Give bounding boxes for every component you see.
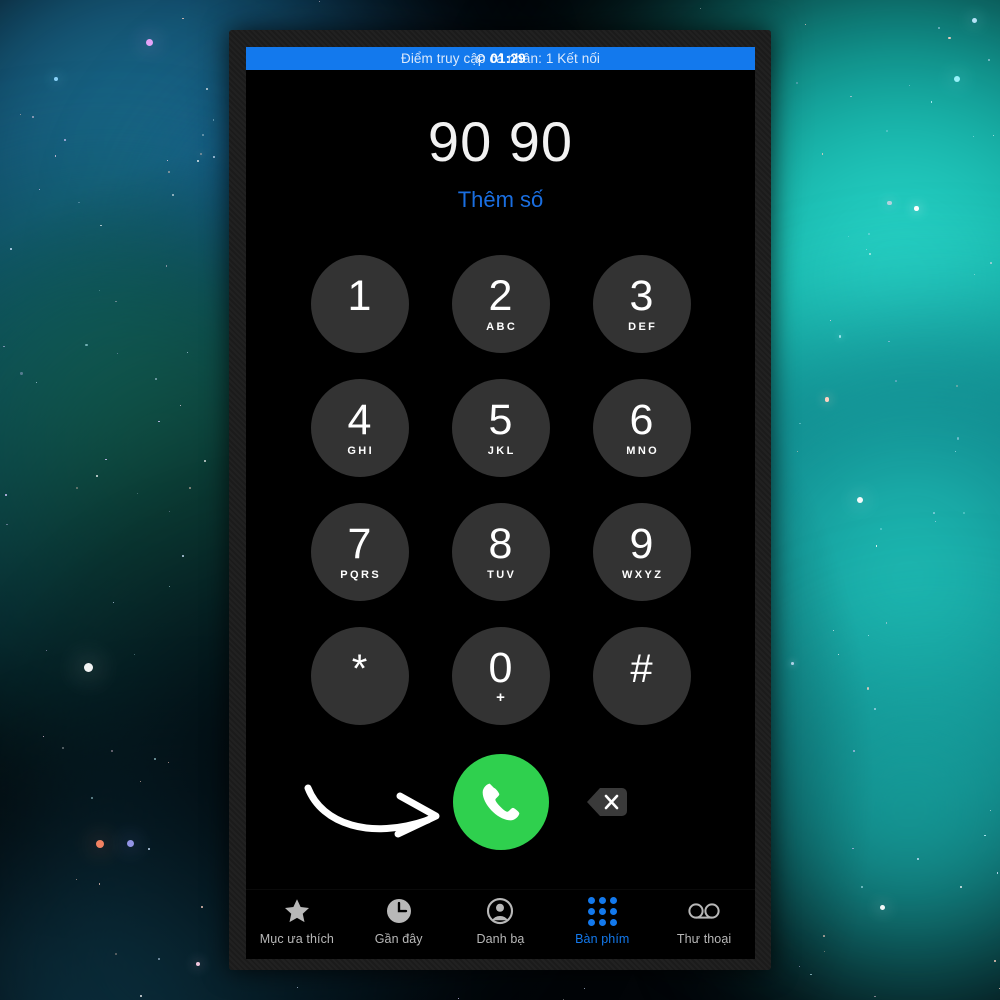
keypad-key-letters: TUV xyxy=(487,569,517,581)
keypad-key-letters: PQRS xyxy=(340,569,382,581)
tab-star[interactable]: Mục ưa thích xyxy=(246,896,348,946)
clock-time: 01:29 xyxy=(490,51,526,66)
keypad-key-letters: DEF xyxy=(628,321,658,333)
keypad-key-digit: 3 xyxy=(629,272,654,320)
delete-backspace-button[interactable] xyxy=(584,785,630,819)
call-button[interactable] xyxy=(452,754,549,850)
keypad-key-letters: JKL xyxy=(487,445,516,457)
keypad-key-4[interactable]: 4 GHI xyxy=(310,379,409,477)
clock-icon xyxy=(384,896,414,926)
keypad-key-7[interactable]: 7 PQRS xyxy=(310,503,409,601)
keypad-key-digit: 2 xyxy=(488,272,513,320)
location-arrow-icon xyxy=(477,53,486,62)
keypad-key-letters: GHI xyxy=(347,445,375,457)
add-number-link[interactable]: Thêm số xyxy=(246,187,755,213)
keypad-key-letters: MNO xyxy=(626,445,660,457)
phone-handset-icon xyxy=(482,783,519,821)
keypad-key-9[interactable]: 9 WXYZ xyxy=(592,503,691,601)
star-icon xyxy=(282,896,312,926)
bottom-tab-bar: Mục ưa thích Gần đây Danh bạ Bàn phím Thư th… xyxy=(246,889,755,959)
phone-screen: Điểm truy cập cá nhân: 1 Kết nối 01:29 9… xyxy=(246,47,755,959)
number-display-area: 90 90 Thêm số xyxy=(246,70,755,213)
dial-keypad: 1 2 ABC 3 DEF 4 GHI 5 JKL 6 MNO 7 PQRS 8 TUV 9 WXYZ * 0 + # xyxy=(246,255,755,725)
call-action-row xyxy=(246,750,755,854)
keypad-key-1[interactable]: 1 xyxy=(310,255,409,353)
keypad-key-digit: 8 xyxy=(488,520,513,568)
keypad-key-letters: + xyxy=(496,689,505,706)
keypad-key-0[interactable]: 0 + xyxy=(451,627,550,725)
dialed-number: 90 90 xyxy=(427,110,574,173)
keypad-key-digit: 7 xyxy=(347,520,372,568)
status-bar: Điểm truy cập cá nhân: 1 Kết nối 01:29 xyxy=(246,47,755,70)
tab-label: Bàn phím xyxy=(575,932,630,946)
keypad-key-letters: ABC xyxy=(486,321,518,333)
keypad-key-digit: 4 xyxy=(347,396,372,444)
voicemail-icon xyxy=(687,896,721,926)
backspace-delete-icon xyxy=(587,788,627,816)
tab-label: Gần đây xyxy=(374,932,423,946)
keypad-dots-icon xyxy=(587,896,617,926)
keypad-key-digit: * xyxy=(351,646,368,691)
keypad-key-6[interactable]: 6 MNO xyxy=(592,379,691,477)
keypad-key-digit: 6 xyxy=(629,396,654,444)
keypad-dots-icon xyxy=(587,896,617,926)
tab-label: Thư thoại xyxy=(676,932,732,946)
keypad-key-digit: 1 xyxy=(347,272,372,320)
keypad-key-letters: WXYZ xyxy=(622,569,664,581)
keypad-key-digit: # xyxy=(630,646,653,691)
tab-clock[interactable]: Gần đây xyxy=(348,896,450,946)
keypad-key-digit: 0 xyxy=(488,644,513,692)
status-bar-clock-overlay: 01:29 xyxy=(246,47,755,70)
keypad-key-digit: 5 xyxy=(488,396,513,444)
tab-voicemail[interactable]: Thư thoại xyxy=(653,896,755,946)
keypad-key-star[interactable]: * xyxy=(310,627,409,725)
keypad-key-hash[interactable]: # xyxy=(592,627,691,725)
tab-label: Danh bạ xyxy=(476,932,525,946)
tab-contact-person[interactable]: Danh bạ xyxy=(450,896,552,946)
keypad-key-8[interactable]: 8 TUV xyxy=(451,503,550,601)
keypad-key-5[interactable]: 5 JKL xyxy=(451,379,550,477)
keypad-key-2[interactable]: 2 ABC xyxy=(451,255,550,353)
contact-person-icon xyxy=(485,896,515,926)
keypad-key-3[interactable]: 3 DEF xyxy=(592,255,691,353)
keypad-key-digit: 9 xyxy=(629,520,654,568)
tab-keypad-dots[interactable]: Bàn phím xyxy=(551,896,653,946)
phone-device-frame: Điểm truy cập cá nhân: 1 Kết nối 01:29 9… xyxy=(229,30,771,970)
tab-label: Mục ưa thích xyxy=(259,932,334,946)
